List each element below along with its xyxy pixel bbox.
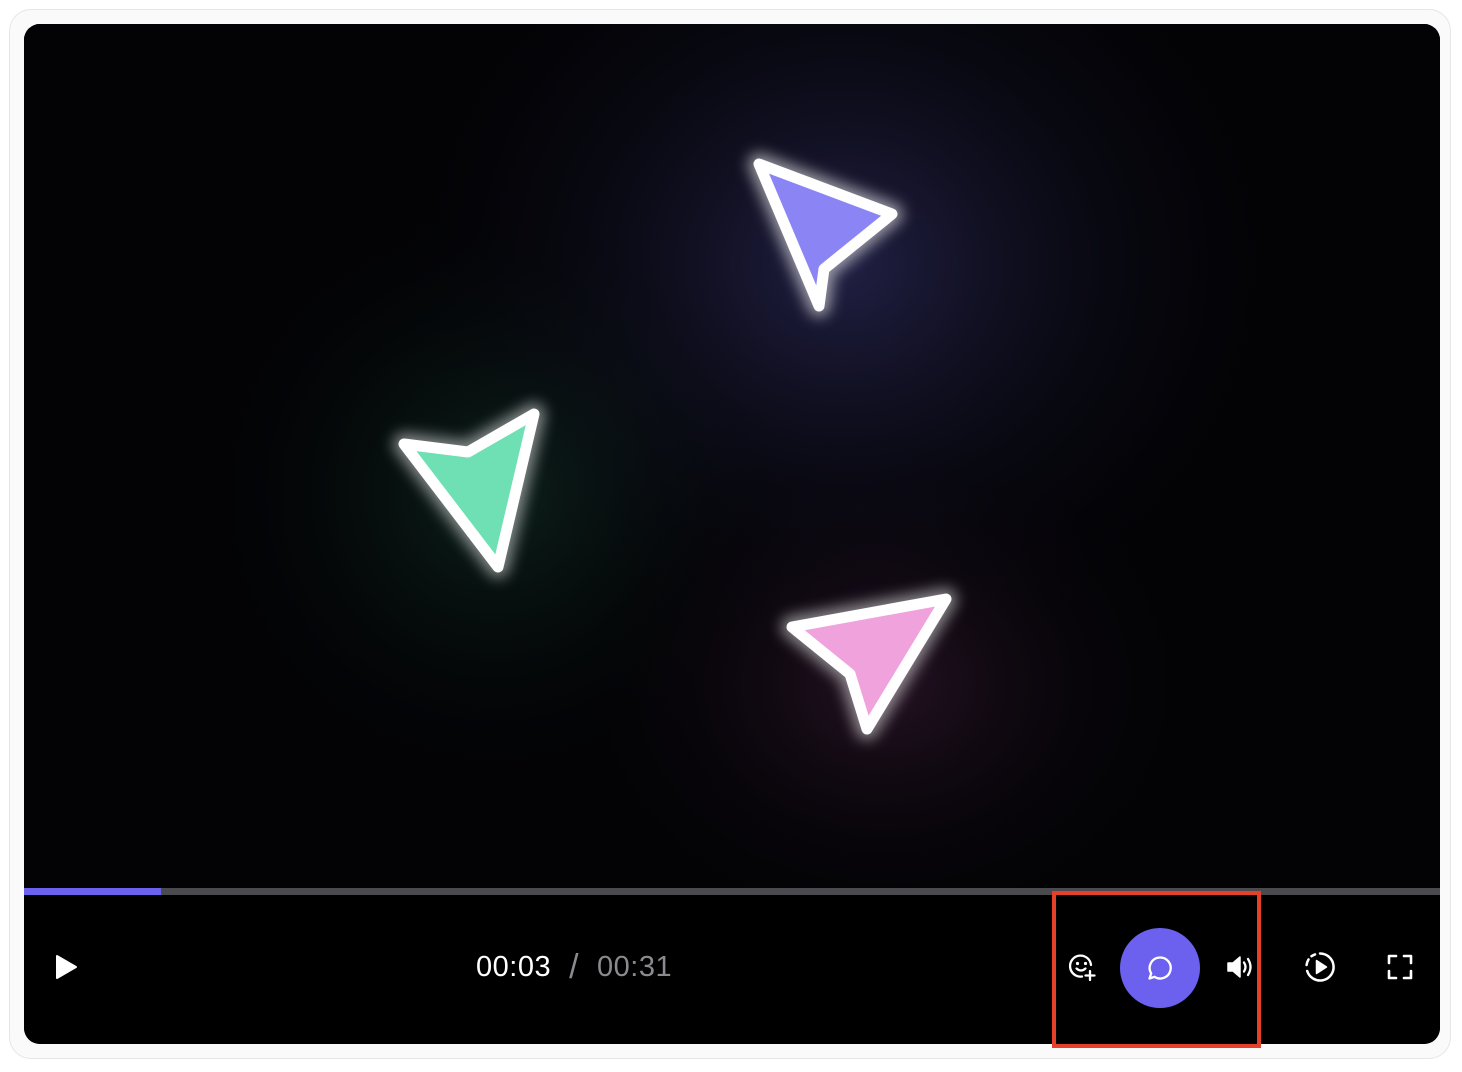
volume-icon [1227,956,1252,978]
add-reaction-icon [1068,954,1096,982]
control-bar: 00:03 / 00:31 [24,895,1440,1044]
time-separator: / [569,947,580,986]
video-content [24,24,1440,888]
playback-speed-icon [1305,952,1335,982]
play-button[interactable] [46,947,86,987]
fullscreen-icon [1387,954,1413,980]
video-player: 00:03 / 00:31 [24,24,1440,1044]
current-time: 00:03 [476,950,552,983]
duration-time: 00:31 [597,950,673,983]
video-frame[interactable] [24,24,1440,888]
comment-icon [1148,956,1172,980]
add-reaction-button[interactable] [1062,947,1102,987]
comment-button[interactable] [1120,928,1200,1008]
volume-button[interactable] [1220,947,1260,987]
playback-speed-button[interactable] [1300,947,1340,987]
time-display: 00:03 / 00:31 [476,947,672,987]
play-icon [56,955,77,979]
progress-bar-fill [24,888,162,895]
fullscreen-button[interactable] [1380,947,1420,987]
progress-bar[interactable] [24,888,1440,895]
